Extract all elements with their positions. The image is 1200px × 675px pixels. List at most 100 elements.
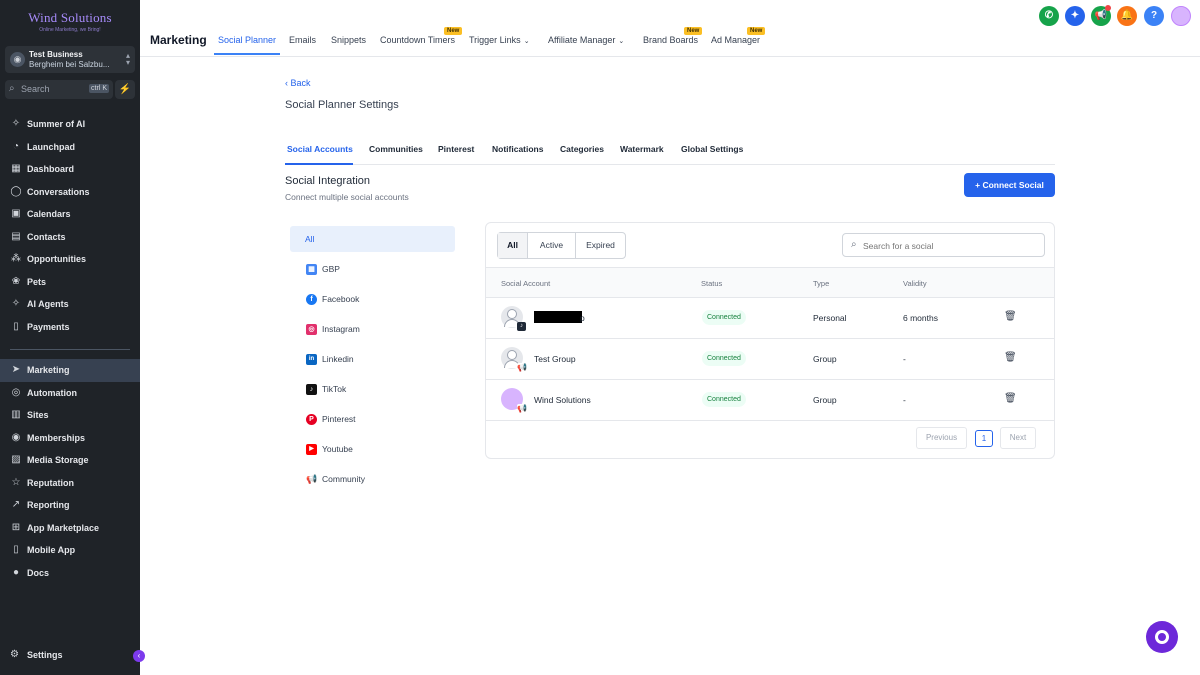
- filter-youtube[interactable]: ▶ Youtube: [290, 436, 455, 466]
- sidebar-item-calendars[interactable]: ▣ Calendars: [0, 203, 140, 226]
- lifebuoy-ring: [1155, 630, 1169, 644]
- user-avatar[interactable]: [1171, 6, 1191, 26]
- chat-icon: ◯: [10, 185, 22, 197]
- tab-social-accounts[interactable]: Social Accounts: [287, 144, 353, 154]
- sidebar-item-docs[interactable]: ● Docs: [0, 562, 140, 585]
- rocket-icon: ◔: [12, 140, 20, 152]
- trash-icon[interactable]: 🗑: [1004, 393, 1017, 404]
- filter-label: Instagram: [322, 324, 360, 334]
- tab-countdown-timers[interactable]: Countdown Timers: [380, 35, 455, 45]
- tab-snippets[interactable]: Snippets: [331, 35, 366, 45]
- filter-community[interactable]: 📢 Community: [290, 466, 455, 496]
- pinterest-icon: P: [306, 414, 317, 425]
- tab-trigger-links[interactable]: Trigger Links ⌄: [469, 35, 530, 45]
- magic-wand-icon[interactable]: ✦: [1065, 6, 1085, 26]
- gbp-icon: ▦: [306, 264, 317, 275]
- sidebar-item-ai-agents[interactable]: ✧ AI Agents: [0, 293, 140, 316]
- trash-icon[interactable]: 🗑: [1004, 352, 1017, 363]
- tab-watermark[interactable]: Watermark: [620, 144, 664, 154]
- sidebar-item-conversations[interactable]: ◯ Conversations: [0, 181, 140, 204]
- sidebar-item-label: Memberships: [27, 432, 86, 443]
- filter-all[interactable]: All: [290, 226, 455, 252]
- help-icon[interactable]: ?: [1144, 6, 1164, 26]
- tiktok-icon: ♪: [306, 384, 317, 395]
- chevron-down-icon: ⌄: [618, 38, 625, 45]
- sidebar-item-dashboard[interactable]: ▦ Dashboard: [0, 158, 140, 181]
- connect-social-button[interactable]: + Connect Social: [964, 173, 1055, 197]
- paw-icon: ❀: [11, 275, 21, 287]
- sidebar-item-contacts[interactable]: ▤ Contacts: [0, 226, 140, 249]
- filter-gbp[interactable]: ▦ GBP: [290, 256, 455, 286]
- tab-affiliate-manager[interactable]: Affiliate Manager ⌄: [548, 35, 624, 45]
- sidebar-item-label: Summer of AI: [27, 119, 86, 129]
- page-number-button[interactable]: 1: [975, 430, 993, 447]
- section-subtitle: Connect multiple social accounts: [285, 192, 409, 202]
- back-link[interactable]: ‹ Back: [285, 78, 311, 88]
- contacts-icon: ▤: [11, 230, 21, 242]
- tab-communities[interactable]: Communities: [369, 144, 423, 154]
- segment-active[interactable]: Active: [528, 233, 576, 258]
- tab-label: Affiliate Manager: [548, 35, 616, 45]
- sidebar-item-automation[interactable]: ◎ Automation: [0, 382, 140, 405]
- next-page-button[interactable]: Next: [1000, 427, 1036, 449]
- receipt-icon: ▯: [13, 320, 19, 332]
- sidebar-item-payments[interactable]: ▯ Payments: [0, 316, 140, 339]
- sidebar-item-marketing[interactable]: ➤ Marketing: [0, 359, 140, 382]
- account-switcher[interactable]: ◉ Test Business Bergheim bei Salzbu... ▴…: [5, 46, 135, 73]
- sidebar-item-label: Payments: [27, 321, 70, 332]
- collapse-sidebar-icon[interactable]: ‹: [133, 650, 145, 662]
- tab-brand-boards[interactable]: Brand Boards: [643, 35, 698, 45]
- sidebar-item-mobile-app[interactable]: ▯ Mobile App: [0, 539, 140, 562]
- sidebar-item-label: Contacts: [27, 231, 66, 242]
- tab-social-planner[interactable]: Social Planner: [218, 35, 276, 45]
- segment-expired[interactable]: Expired: [576, 233, 625, 258]
- status-badge: Connected: [702, 310, 746, 325]
- social-search-input[interactable]: [863, 238, 1038, 253]
- logo[interactable]: Wind Solutions Online Marketing, we Brin…: [20, 10, 120, 34]
- filter-linkedin[interactable]: in Linkedin: [290, 346, 455, 376]
- filter-facebook[interactable]: f Facebook: [290, 286, 455, 316]
- tab-emails[interactable]: Emails: [289, 35, 316, 45]
- location-avatar-icon: ◉: [10, 52, 25, 67]
- filter-label: Facebook: [322, 294, 360, 304]
- sidebar-nav-secondary: ➤ Marketing ◎ Automation ▥ Sites ◉ Membershi…: [0, 359, 140, 584]
- sidebar-item-reporting[interactable]: ↗ Reporting: [0, 494, 140, 517]
- sidebar-item-label: Opportunities: [27, 254, 86, 264]
- logo-text: Wind Solutions: [28, 10, 112, 25]
- segment-all[interactable]: All: [498, 233, 528, 258]
- previous-page-button[interactable]: Previous: [916, 427, 967, 449]
- social-search[interactable]: ⌕: [842, 233, 1045, 257]
- phone-icon[interactable]: ✆: [1039, 6, 1059, 26]
- sidebar-item-pets[interactable]: ❀ Pets: [0, 271, 140, 294]
- filter-label: Linkedin: [322, 354, 354, 364]
- section-title: Social Integration: [285, 175, 370, 187]
- filter-pinterest[interactable]: P Pinterest: [290, 406, 455, 436]
- filter-instagram[interactable]: ◎ Instagram: [290, 316, 455, 346]
- sidebar-item-launchpad[interactable]: ◔ Launchpad: [0, 136, 140, 159]
- tab-categories[interactable]: Categories: [560, 144, 604, 154]
- tab-notifications[interactable]: Notifications: [492, 144, 543, 154]
- sidebar-item-settings[interactable]: ⚙ Settings: [0, 644, 140, 666]
- sidebar-item-label: Calendars: [27, 209, 71, 219]
- bell-icon[interactable]: 🔔: [1117, 6, 1137, 26]
- tab-global-settings[interactable]: Global Settings: [681, 144, 743, 154]
- quick-actions-bolt-icon[interactable]: ⚡: [115, 80, 135, 99]
- sidebar-item-media-storage[interactable]: ▨ Media Storage: [0, 449, 140, 472]
- sidebar-item-reputation[interactable]: ☆ Reputation: [0, 472, 140, 495]
- sidebar-item-opportunities[interactable]: ⁂ Opportunities: [0, 248, 140, 271]
- support-lifebuoy-icon[interactable]: [1146, 621, 1178, 653]
- sidebar-item-sites[interactable]: ▥ Sites: [0, 404, 140, 427]
- trash-icon[interactable]: 🗑: [1004, 311, 1017, 322]
- sparkles-icon: ✧: [11, 118, 21, 129]
- tab-pinterest[interactable]: Pinterest: [438, 144, 474, 154]
- table-header: Social Account Status Type Validity: [486, 267, 1054, 298]
- sidebar-item-summer-of-ai[interactable]: ✧ Summer of AI: [0, 113, 140, 136]
- sidebar-item-label: Conversations: [27, 186, 90, 197]
- tab-ad-manager[interactable]: Ad Manager: [711, 35, 760, 45]
- filter-tiktok[interactable]: ♪ TikTok: [290, 376, 455, 406]
- sidebar-search[interactable]: ⌕ Search ctrl K: [5, 80, 113, 99]
- sidebar-item-memberships[interactable]: ◉ Memberships: [0, 427, 140, 450]
- sidebar-item-app-marketplace[interactable]: ⊞ App Marketplace: [0, 517, 140, 540]
- new-badge: New: [747, 27, 766, 35]
- gear-icon: ⚙: [10, 649, 19, 660]
